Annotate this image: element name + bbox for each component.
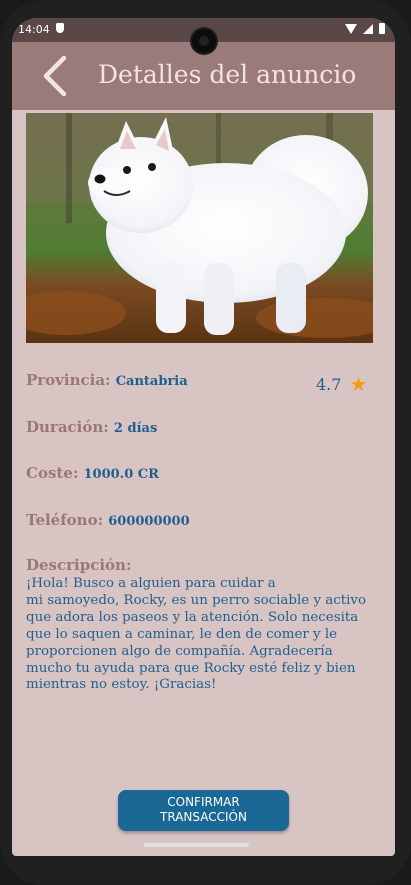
confirm-button-line2: TRANSACCIÓN — [160, 810, 247, 824]
phone-value: 600000000 — [108, 514, 190, 529]
rating-value: 4.7 — [316, 374, 342, 394]
confirm-button-line1: CONFIRMAR — [167, 795, 240, 809]
front-camera — [192, 29, 216, 53]
back-button[interactable] — [36, 52, 76, 100]
chevron-left-icon — [43, 55, 67, 97]
phone-row: Teléfono: 600000000 — [26, 510, 190, 529]
duration-row: Duración: 2 días — [26, 417, 157, 436]
status-icons — [345, 23, 385, 34]
cost-label: Coste: — [26, 464, 79, 482]
app-screen: 14:04 Detalles del anuncio Provincia: Ca… — [12, 18, 395, 856]
page-title: Detalles del anuncio — [98, 60, 357, 89]
description-text: ¡Hola! Busco a alguien para cuidar a mi … — [26, 576, 367, 693]
home-indicator[interactable] — [144, 843, 249, 847]
signal-icon — [363, 23, 373, 34]
wifi-icon — [345, 23, 357, 34]
cost-row: Coste: 1000.0 CR — [26, 463, 159, 482]
star-icon: ★ — [349, 372, 368, 396]
description-label: Descripción: — [26, 556, 132, 574]
confirm-transaction-button[interactable]: CONFIRMAR TRANSACCIÓN — [118, 790, 289, 831]
province-value: Cantabria — [115, 374, 188, 389]
duration-value: 2 días — [113, 421, 158, 436]
phone-label: Teléfono: — [26, 511, 104, 529]
phone-frame: 14:04 Detalles del anuncio Provincia: Ca… — [0, 0, 411, 885]
status-time: 14:04 — [18, 23, 50, 36]
rating: 4.7 ★ — [316, 372, 367, 396]
duration-label: Duración: — [26, 418, 109, 436]
province-label: Provincia: — [26, 371, 111, 389]
shield-icon — [56, 23, 64, 33]
cost-value: 1000.0 CR — [83, 467, 159, 482]
province-row: Provincia: Cantabria — [26, 370, 188, 389]
listing-photo — [26, 113, 373, 343]
battery-icon — [379, 23, 385, 34]
